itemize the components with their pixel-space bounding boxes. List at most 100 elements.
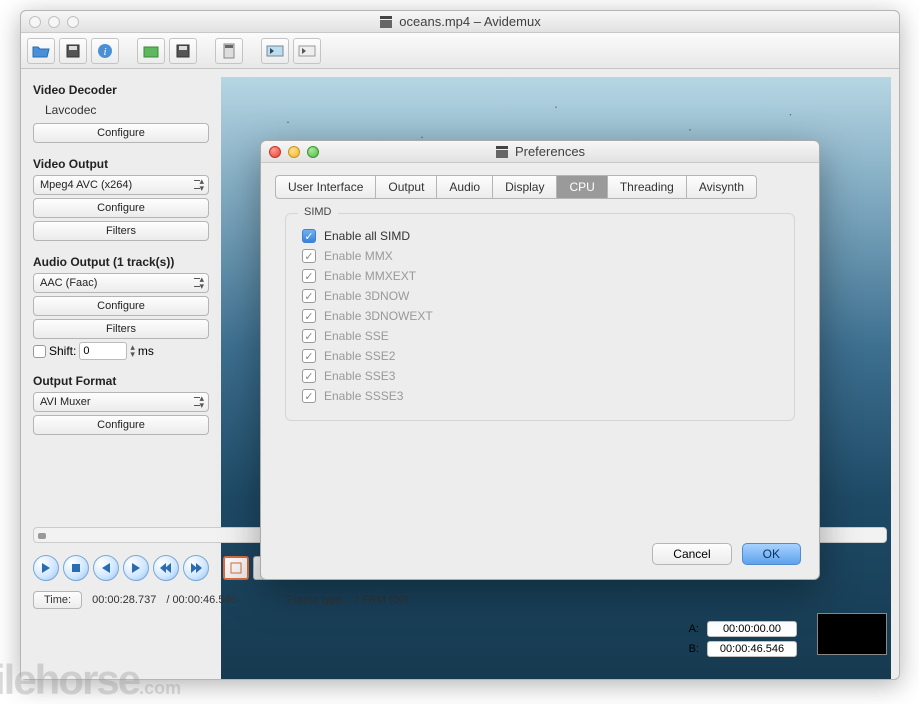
tab-user-interface[interactable]: User Interface bbox=[275, 175, 375, 199]
minimize-icon[interactable] bbox=[288, 146, 300, 158]
checkbox: ✓ bbox=[302, 289, 316, 303]
window-controls bbox=[21, 16, 79, 28]
video-decoder-codec: Lavcodec bbox=[33, 101, 209, 123]
check-row: ✓ Enable 3DNOWEXT bbox=[302, 306, 778, 326]
audio-output-configure-button[interactable]: Configure bbox=[33, 296, 209, 316]
shift-row: Shift: ▴▾ ms bbox=[33, 342, 209, 360]
checkbox: ✓ bbox=[302, 389, 316, 403]
play-icon bbox=[41, 563, 51, 573]
check-row: ✓ Enable SSE bbox=[302, 326, 778, 346]
clapper-icon bbox=[379, 15, 393, 29]
play-button[interactable] bbox=[33, 555, 59, 581]
selection-thumbnail bbox=[817, 613, 887, 655]
dialog-title: Preferences bbox=[261, 144, 819, 159]
folder-video-icon bbox=[143, 44, 159, 58]
shift-unit: ms bbox=[138, 344, 154, 358]
output-format-title: Output Format bbox=[33, 374, 209, 388]
prev-keyframe-button[interactable] bbox=[153, 555, 179, 581]
play-from-icon bbox=[298, 45, 316, 57]
open-video-button[interactable] bbox=[137, 38, 165, 64]
checkbox-label: Enable MMX bbox=[324, 249, 393, 263]
shift-checkbox[interactable] bbox=[33, 345, 46, 358]
play-to-icon bbox=[266, 45, 284, 57]
save-video-button[interactable] bbox=[169, 38, 197, 64]
checkbox[interactable]: ✓ bbox=[302, 229, 316, 243]
marker-a-button[interactable] bbox=[223, 556, 249, 580]
checkbox-label: Enable 3DNOWEXT bbox=[324, 309, 433, 323]
folder-open-icon bbox=[32, 44, 50, 58]
stop-icon bbox=[71, 563, 81, 573]
video-output-configure-button[interactable]: Configure bbox=[33, 198, 209, 218]
audio-output-select[interactable]: AAC (Faac)▴▾ bbox=[33, 273, 209, 293]
audio-output-title: Audio Output (1 track(s)) bbox=[33, 255, 209, 269]
checkbox: ✓ bbox=[302, 329, 316, 343]
nav-prev-button[interactable] bbox=[261, 38, 289, 64]
window-title: oceans.mp4 – Avidemux bbox=[21, 14, 899, 29]
dialog-window-controls bbox=[261, 146, 319, 158]
prev-icon bbox=[101, 563, 111, 573]
stop-button[interactable] bbox=[63, 555, 89, 581]
time-row: Time: 00:00:28.737 / 00:00:46.546 Frame … bbox=[33, 591, 887, 609]
close-icon[interactable] bbox=[269, 146, 281, 158]
next-frame-button[interactable] bbox=[123, 555, 149, 581]
next-keyframe-button[interactable] bbox=[183, 555, 209, 581]
zoom-icon[interactable] bbox=[67, 16, 79, 28]
marker-a-icon bbox=[229, 561, 243, 575]
audio-output-filters-button[interactable]: Filters bbox=[33, 319, 209, 339]
tab-bar: User InterfaceOutputAudioDisplayCPUThrea… bbox=[275, 175, 805, 199]
time-button[interactable]: Time: bbox=[33, 591, 82, 609]
check-row: ✓ Enable all SIMD bbox=[302, 226, 778, 246]
tab-audio[interactable]: Audio bbox=[436, 175, 492, 199]
clapper-icon bbox=[495, 145, 509, 159]
checkbox: ✓ bbox=[302, 269, 316, 283]
preferences-dialog: Preferences User InterfaceOutputAudioDis… bbox=[260, 140, 820, 580]
ok-button[interactable]: OK bbox=[742, 543, 801, 565]
checkbox: ✓ bbox=[302, 309, 316, 323]
video-output-select[interactable]: Mpeg4 AVC (x264)▴▾ bbox=[33, 175, 209, 195]
tab-threading[interactable]: Threading bbox=[607, 175, 686, 199]
check-row: ✓ Enable 3DNOW bbox=[302, 286, 778, 306]
video-output-filters-button[interactable]: Filters bbox=[33, 221, 209, 241]
tab-avisynth[interactable]: Avisynth bbox=[686, 175, 757, 199]
calculator-button[interactable] bbox=[215, 38, 243, 64]
dialog-titlebar: Preferences bbox=[261, 141, 819, 163]
checkbox-label: Enable MMXEXT bbox=[324, 269, 416, 283]
checkbox-label: Enable SSSE3 bbox=[324, 389, 403, 403]
video-decoder-configure-button[interactable]: Configure bbox=[33, 123, 209, 143]
output-format-configure-button[interactable]: Configure bbox=[33, 415, 209, 435]
output-format-select[interactable]: AVI Muxer▴▾ bbox=[33, 392, 209, 412]
checkbox: ✓ bbox=[302, 349, 316, 363]
save-button[interactable] bbox=[59, 38, 87, 64]
marker-a-value: 00:00:00.00 bbox=[707, 621, 797, 637]
shift-input[interactable] bbox=[79, 342, 127, 360]
zoom-icon[interactable] bbox=[307, 146, 319, 158]
dialog-buttons: Cancel OK bbox=[652, 543, 801, 565]
frame-type-label: Frame type: bbox=[287, 594, 346, 606]
tab-display[interactable]: Display bbox=[492, 175, 556, 199]
check-row: ✓Enable SSE3 bbox=[302, 366, 778, 386]
check-row: ✓ Enable MMXEXT bbox=[302, 266, 778, 286]
checkbox: ✓ bbox=[302, 249, 316, 263]
open-button[interactable] bbox=[27, 38, 55, 64]
ab-markers: A:00:00:00.00 B:00:00:46.546 bbox=[689, 617, 797, 657]
nav-next-button[interactable] bbox=[293, 38, 321, 64]
info-icon: i bbox=[97, 43, 113, 59]
marker-b-value: 00:00:46.546 bbox=[707, 641, 797, 657]
checkbox-label: Enable SSE3 bbox=[324, 369, 395, 383]
checkbox-label: Enable SSE2 bbox=[324, 349, 395, 363]
prev-key-icon bbox=[160, 563, 172, 573]
tab-cpu[interactable]: CPU bbox=[556, 175, 606, 199]
svg-text:i: i bbox=[103, 46, 106, 58]
close-icon[interactable] bbox=[29, 16, 41, 28]
prev-frame-button[interactable] bbox=[93, 555, 119, 581]
time-current: 00:00:28.737 bbox=[92, 594, 156, 606]
checkbox-label: Enable 3DNOW bbox=[324, 289, 409, 303]
tab-output[interactable]: Output bbox=[375, 175, 436, 199]
info-button[interactable]: i bbox=[91, 38, 119, 64]
checkbox-label: Enable all SIMD bbox=[324, 229, 410, 243]
minimize-icon[interactable] bbox=[48, 16, 60, 28]
marker-a-label: A: bbox=[689, 623, 699, 635]
titlebar: oceans.mp4 – Avidemux bbox=[21, 11, 899, 33]
cancel-button[interactable]: Cancel bbox=[652, 543, 731, 565]
checkbox-label: Enable SSE bbox=[324, 329, 389, 343]
